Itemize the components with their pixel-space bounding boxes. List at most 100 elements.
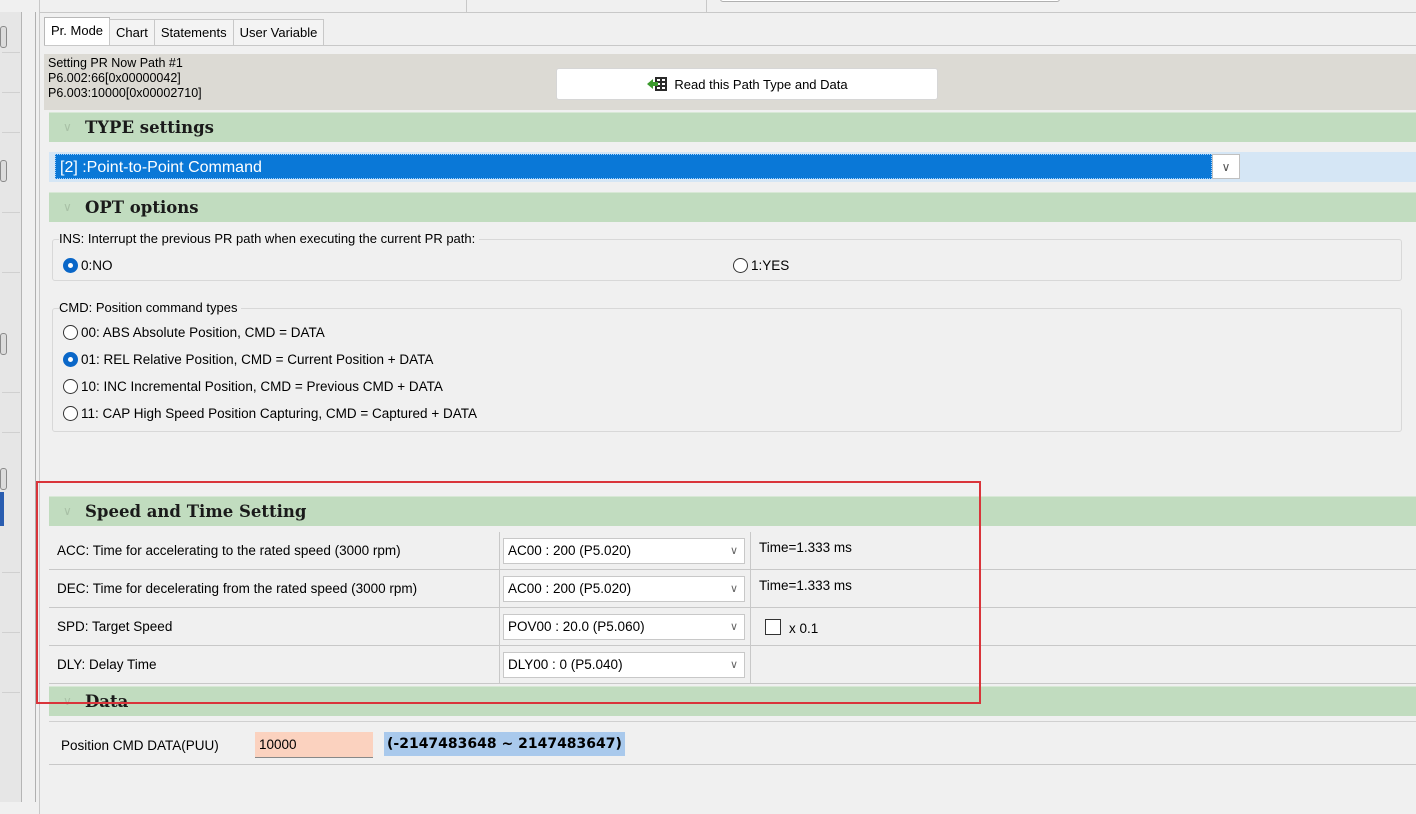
list-divider bbox=[2, 52, 20, 53]
path-info-header: Setting PR Now Path #1 P6.002:66[0x00000… bbox=[44, 54, 1416, 110]
radio-selected-icon bbox=[63, 352, 78, 367]
left-handle[interactable] bbox=[0, 333, 7, 355]
chevron-down-icon: ∨ bbox=[729, 621, 738, 633]
cmd-radio-rel[interactable]: 01: REL Relative Position, CMD = Current… bbox=[63, 352, 433, 367]
list-divider bbox=[2, 132, 20, 133]
ins-radio-no[interactable]: 0:NO bbox=[63, 258, 113, 273]
radio-label: 1:YES bbox=[751, 258, 790, 273]
column-divider bbox=[499, 570, 500, 608]
position-data-input[interactable] bbox=[255, 732, 373, 758]
dec-row: DEC: Time for decelerating from the rate… bbox=[49, 570, 1416, 608]
chevron-down-icon: ∨ bbox=[729, 583, 738, 595]
radio-label: 11: CAP High Speed Position Capturing, C… bbox=[81, 406, 477, 421]
toolbar-divider bbox=[706, 0, 707, 13]
top-toolbar-remnant bbox=[0, 0, 1416, 13]
dec-dropdown[interactable]: AC00 : 200 (P5.020) ∨ bbox=[503, 576, 745, 602]
path-info-line: P6.003:10000[0x00002710] bbox=[48, 86, 202, 100]
ins-group: INS: Interrupt the previous PR path when… bbox=[52, 231, 1402, 281]
data-header[interactable]: ∨ Data bbox=[49, 686, 1416, 716]
section-title: OPT options bbox=[85, 198, 199, 217]
column-divider bbox=[499, 646, 500, 684]
radio-empty-icon bbox=[63, 325, 78, 340]
acc-value: AC00 : 200 (P5.020) bbox=[508, 543, 632, 558]
acc-time-note: Time=1.333 ms bbox=[759, 540, 852, 555]
list-divider bbox=[2, 572, 20, 573]
tab-statements[interactable]: Statements bbox=[153, 19, 234, 45]
chevron-down-icon: ∨ bbox=[729, 545, 738, 557]
tab-bar: Pr. Mode Chart Statements User Variable bbox=[44, 17, 325, 45]
ins-legend: INS: Interrupt the previous PR path when… bbox=[59, 231, 480, 246]
radio-empty-icon bbox=[63, 406, 78, 421]
dec-label: DEC: Time for decelerating from the rate… bbox=[57, 581, 418, 596]
cmd-radio-inc[interactable]: 10: INC Incremental Position, CMD = Prev… bbox=[63, 379, 443, 394]
radio-label: 0:NO bbox=[81, 258, 113, 273]
radio-label: 10: INC Incremental Position, CMD = Prev… bbox=[81, 379, 443, 394]
list-divider bbox=[2, 692, 20, 693]
acc-row: ACC: Time for accelerating to the rated … bbox=[49, 532, 1416, 570]
cmd-radio-abs[interactable]: 00: ABS Absolute Position, CMD = DATA bbox=[63, 325, 325, 340]
list-divider bbox=[2, 432, 20, 433]
chevron-down-icon: ∨ bbox=[729, 659, 738, 671]
dly-label: DLY: Delay Time bbox=[57, 657, 157, 672]
radio-selected-icon bbox=[63, 258, 78, 273]
spd-value: POV00 : 20.0 (P5.060) bbox=[508, 619, 645, 634]
toolbar-field[interactable] bbox=[720, 0, 1060, 2]
read-path-button[interactable]: Read this Path Type and Data bbox=[556, 68, 938, 100]
spd-dropdown[interactable]: POV00 : 20.0 (P5.060) ∨ bbox=[503, 614, 745, 640]
left-panel bbox=[0, 0, 40, 814]
column-divider bbox=[750, 532, 751, 570]
left-handle[interactable] bbox=[0, 26, 7, 48]
opt-options-header[interactable]: ∨ OPT options bbox=[49, 192, 1416, 222]
type-settings-header[interactable]: ∨ TYPE settings bbox=[49, 112, 1416, 142]
read-path-label: Read this Path Type and Data bbox=[674, 76, 848, 92]
chevron-down-icon[interactable]: ∨ bbox=[1212, 154, 1240, 179]
type-dropdown[interactable]: [2] :Point-to-Point Command bbox=[55, 154, 1212, 179]
read-data-icon bbox=[646, 75, 668, 93]
left-divider bbox=[35, 12, 36, 802]
cmd-group: CMD: Position command types 00: ABS Abso… bbox=[52, 300, 1402, 432]
column-divider bbox=[750, 608, 751, 646]
speed-multiplier-checkbox[interactable] bbox=[765, 619, 781, 635]
tab-user-variable[interactable]: User Variable bbox=[232, 19, 325, 45]
cmd-radio-cap[interactable]: 11: CAP High Speed Position Capturing, C… bbox=[63, 406, 477, 421]
list-divider bbox=[2, 392, 20, 393]
radio-empty-icon bbox=[733, 258, 748, 273]
tab-pr-mode[interactable]: Pr. Mode bbox=[44, 17, 111, 45]
radio-label: 00: ABS Absolute Position, CMD = DATA bbox=[81, 325, 325, 340]
dly-dropdown[interactable]: DLY00 : 0 (P5.040) ∨ bbox=[503, 652, 745, 678]
column-divider bbox=[750, 570, 751, 608]
cmd-legend: CMD: Position command types bbox=[59, 300, 242, 315]
ins-radio-yes[interactable]: 1:YES bbox=[733, 258, 789, 273]
pr-mode-panel: Setting PR Now Path #1 P6.002:66[0x00000… bbox=[44, 45, 1416, 814]
radio-empty-icon bbox=[63, 379, 78, 394]
radio-label: 01: REL Relative Position, CMD = Current… bbox=[81, 352, 434, 367]
list-divider bbox=[2, 92, 20, 93]
acc-dropdown[interactable]: AC00 : 200 (P5.020) ∨ bbox=[503, 538, 745, 564]
dec-time-note: Time=1.333 ms bbox=[759, 578, 852, 593]
section-title: TYPE settings bbox=[85, 118, 214, 137]
dly-value: DLY00 : 0 (P5.040) bbox=[508, 657, 623, 672]
collapse-chevron-icon[interactable]: ∨ bbox=[63, 120, 72, 134]
left-handle[interactable] bbox=[0, 160, 7, 182]
spd-label: SPD: Target Speed bbox=[57, 619, 173, 634]
collapse-chevron-icon[interactable]: ∨ bbox=[63, 504, 72, 518]
position-data-label: Position CMD DATA(PUU) bbox=[61, 738, 219, 753]
tab-chart[interactable]: Chart bbox=[109, 19, 155, 45]
column-divider bbox=[750, 646, 751, 684]
dly-row: DLY: Delay Time DLY00 : 0 (P5.040) ∨ bbox=[49, 646, 1416, 684]
collapse-chevron-icon[interactable]: ∨ bbox=[63, 694, 72, 708]
spd-row: SPD: Target Speed POV00 : 20.0 (P5.060) … bbox=[49, 608, 1416, 646]
toolbar-divider bbox=[466, 0, 467, 13]
list-divider bbox=[2, 272, 20, 273]
column-divider bbox=[499, 608, 500, 646]
left-handle[interactable] bbox=[0, 468, 7, 490]
column-divider bbox=[499, 532, 500, 570]
list-divider bbox=[2, 212, 20, 213]
speed-time-header[interactable]: ∨ Speed and Time Setting bbox=[49, 496, 1416, 526]
speed-multiplier-label: x 0.1 bbox=[789, 621, 819, 636]
collapse-chevron-icon[interactable]: ∨ bbox=[63, 200, 72, 214]
path-info-line: Setting PR Now Path #1 bbox=[48, 56, 183, 70]
section-title: Speed and Time Setting bbox=[85, 502, 307, 521]
left-list[interactable] bbox=[0, 12, 22, 802]
position-data-row: Position CMD DATA(PUU) (-2147483648 ~ 21… bbox=[49, 721, 1416, 765]
